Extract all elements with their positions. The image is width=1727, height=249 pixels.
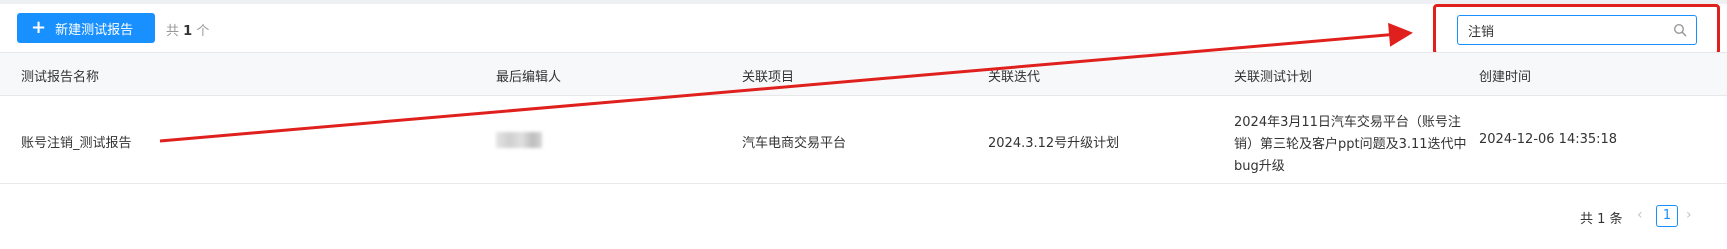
header-iteration: 关联迭代 xyxy=(988,70,1041,85)
table-row[interactable]: 账号注销_测试报告 汽车电商交易平台 2024.3.12号升级计划 2024年3… xyxy=(0,96,1727,184)
pagination-total: 共 1 条 xyxy=(1580,212,1623,227)
count-value: 1 xyxy=(183,24,193,39)
chevron-left-icon[interactable]: ‹ xyxy=(1637,207,1643,223)
header-test-plan: 关联测试计划 xyxy=(1234,70,1313,85)
cell-test-plan: 2024年3月11日汽车交易平台（账号注销）第三轮及客户ppt问题及3.11迭代… xyxy=(1234,115,1467,174)
cell-created-time: 2024-12-06 14:35:18 xyxy=(1479,132,1618,147)
cell-project: 汽车电商交易平台 xyxy=(742,136,847,151)
report-table: 测试报告名称 最后编辑人 关联项目 关联迭代 关联测试计划 创建时间 账号注销_… xyxy=(0,52,1727,184)
blurred-editor-name xyxy=(496,132,542,148)
header-last-editor: 最后编辑人 xyxy=(496,70,562,85)
header-project: 关联项目 xyxy=(742,70,795,85)
count-suffix: 个 xyxy=(196,24,210,39)
header-created-time: 创建时间 xyxy=(1479,70,1532,85)
header-report-name: 测试报告名称 xyxy=(21,70,100,85)
new-test-report-label: 新建测试报告 xyxy=(55,22,134,38)
pagination: 共 1 条 ‹ 1 › xyxy=(0,205,1727,229)
table-header: 测试报告名称 最后编辑人 关联项目 关联迭代 关联测试计划 创建时间 xyxy=(0,52,1727,96)
search-highlight-annotation xyxy=(1433,4,1720,55)
page-number-current[interactable]: 1 xyxy=(1656,205,1678,227)
cell-report-name[interactable]: 账号注销_测试报告 xyxy=(21,132,132,151)
cell-iteration: 2024.3.12号升级计划 xyxy=(988,136,1120,151)
count-prefix: 共 xyxy=(166,24,180,39)
new-test-report-button[interactable]: + 新建测试报告 xyxy=(17,13,155,43)
plus-icon: + xyxy=(31,17,47,38)
report-count: 共 1 个 xyxy=(166,20,209,39)
chevron-right-icon[interactable]: › xyxy=(1686,207,1692,223)
